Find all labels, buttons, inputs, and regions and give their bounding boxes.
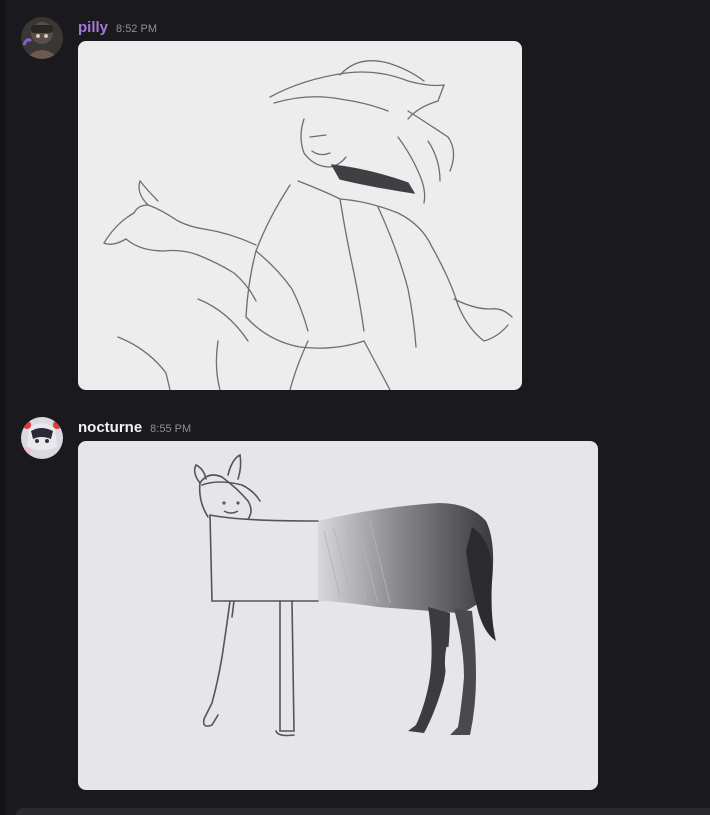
timestamp[interactable]: 8:52 PM [116, 23, 157, 35]
avatar-pilly-image [21, 17, 63, 59]
image-attachment[interactable] [78, 41, 522, 390]
message-header: nocturne 8:55 PM [78, 419, 191, 436]
chat-message-list: pilly 8:52 PM nocturne 8:55 PM [0, 0, 710, 815]
timestamp[interactable]: 8:55 PM [150, 423, 191, 435]
horse-drawing-image [78, 441, 598, 790]
avatar-nocturne[interactable] [21, 417, 63, 459]
avatar-pilly[interactable] [21, 17, 63, 59]
username[interactable]: pilly [78, 19, 108, 36]
left-rail [0, 0, 6, 815]
message-header: pilly 8:52 PM [78, 19, 157, 36]
image-attachment[interactable] [78, 441, 598, 790]
sketch-image [78, 41, 522, 390]
username[interactable]: nocturne [78, 419, 142, 436]
avatar-nocturne-image [21, 417, 63, 459]
composer-edge [16, 808, 710, 815]
